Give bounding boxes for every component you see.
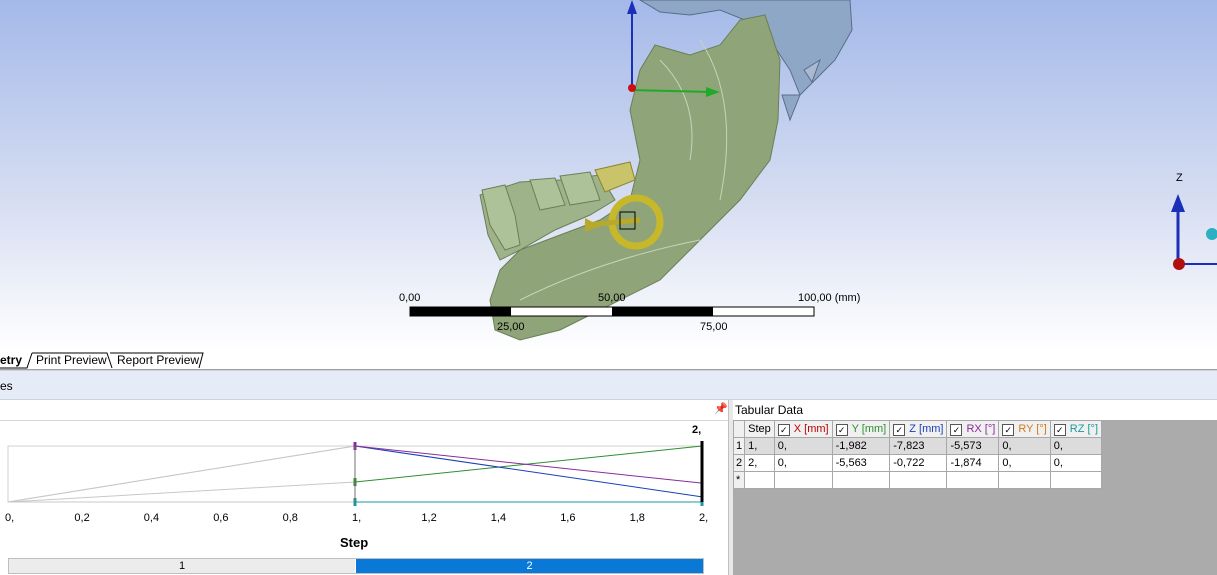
series-line-1-segment-0 <box>7 481 356 503</box>
new-row-marker[interactable]: * <box>732 471 746 489</box>
table-cell[interactable]: -7,823 <box>889 437 948 455</box>
checkbox-icon[interactable]: ✓ <box>835 423 848 436</box>
col-header-x-label: X [mm] <box>793 422 829 435</box>
tabular-data-panel: Tabular Data Step ✓ X [mm] ✓ Y [mm] ✓ Z [mm… <box>732 400 1217 575</box>
tab-print-preview[interactable]: Print Preview <box>36 353 107 367</box>
panel-header-label: es <box>0 379 13 393</box>
row-number[interactable]: 2 <box>732 454 746 472</box>
table-row[interactable]: 2 2, 0, -5,563 -0,722 -1,874 0, 0, <box>732 454 1103 472</box>
x-tick-label: 1,4 <box>490 512 507 524</box>
tab-geometry[interactable]: etry <box>0 353 22 367</box>
series-line-3-segment-0 <box>7 445 356 503</box>
table-cell[interactable]: 1, <box>744 437 775 455</box>
col-header-ry[interactable]: ✓ RY [°] <box>998 420 1051 438</box>
step-segment-2[interactable]: 2 <box>356 559 703 573</box>
table-cell[interactable]: -5,563 <box>831 454 891 472</box>
series-line-2-segment-1 <box>354 445 703 498</box>
scale-label-0: 0,00 <box>399 292 421 304</box>
table-row[interactable]: 1 1, 0, -1,982 -7,823 -5,573 0, 0, <box>732 437 1103 455</box>
table-cell[interactable] <box>889 471 948 489</box>
panel-header: es <box>0 370 1217 400</box>
x-axis-label: Step <box>340 535 369 550</box>
col-header-z[interactable]: ✓ Z [mm] <box>889 420 948 438</box>
col-header-y[interactable]: ✓ Y [mm] <box>831 420 891 438</box>
scale-label-25: 25,00 <box>497 321 525 333</box>
tabular-data-title: Tabular Data <box>735 403 804 417</box>
table-cell[interactable]: 0, <box>773 454 833 472</box>
row-number[interactable]: 1 <box>732 437 746 455</box>
table-cell[interactable]: -1,982 <box>831 437 891 455</box>
graph-end-label: 2, <box>692 424 702 436</box>
table-cell[interactable] <box>1049 471 1103 489</box>
triad-z-label: Z <box>1176 172 1183 184</box>
view-tabs: etry Print Preview Report Preview <box>0 352 1217 370</box>
scale-label-75: 75,00 <box>700 321 728 333</box>
step-segment-1[interactable]: 1 <box>9 559 355 573</box>
x-tick-label: 0,8 <box>282 512 298 524</box>
col-header-y-label: Y [mm] <box>851 422 887 435</box>
table-cell[interactable] <box>998 471 1051 489</box>
step-bar: 1 2 <box>8 558 704 574</box>
x-tick-label: 1,8 <box>629 512 645 524</box>
x-tick-label: 1,2 <box>421 512 437 524</box>
col-header-step[interactable]: Step <box>744 420 775 438</box>
table-cell[interactable]: 0, <box>998 437 1051 455</box>
col-header-rz-label: RZ [°] <box>1069 422 1099 435</box>
table-cell[interactable]: -0,722 <box>889 454 948 472</box>
table-cell[interactable]: 0, <box>1049 454 1103 472</box>
table-new-row[interactable]: * <box>732 471 1103 489</box>
tabular-data-title-bar: Tabular Data <box>733 400 1217 420</box>
table-cell[interactable] <box>744 471 775 489</box>
col-header-rx-label: RX [°] <box>966 422 996 435</box>
table-cell[interactable] <box>773 471 833 489</box>
x-tick-label: 0, <box>5 512 15 524</box>
x-tick-label: 0,4 <box>143 512 160 524</box>
x-tick-label: 1,6 <box>560 512 576 524</box>
x-tick-label: 0,2 <box>74 512 90 524</box>
col-header-rx[interactable]: ✓ RX [°] <box>946 420 1000 438</box>
table-cell[interactable] <box>946 471 1000 489</box>
tab-report-preview[interactable]: Report Preview <box>117 353 199 367</box>
col-header-rz[interactable]: ✓ RZ [°] <box>1049 420 1103 438</box>
table-cell[interactable]: 0, <box>773 437 833 455</box>
checkbox-icon[interactable]: ✓ <box>1053 423 1066 436</box>
corner-cell <box>732 420 746 438</box>
checkbox-icon[interactable]: ✓ <box>950 423 963 436</box>
graphics-viewport[interactable]: 0,00 50,00 100,00 (mm) 25,00 75,00 Z <box>0 0 1217 352</box>
x-tick-label: 0,6 <box>213 512 229 524</box>
tabular-data-table: Step ✓ X [mm] ✓ Y [mm] ✓ Z [mm] ✓ RX [°] ✓ RY… <box>732 420 1103 489</box>
col-header-z-label: Z [mm] <box>909 422 944 435</box>
graph-panel: 📌 2, 0, 0,2 0,4 0,6 0,8 1, 1,2 1,4 1,6 1,8 2, Step… <box>0 400 728 575</box>
checkbox-icon[interactable]: ✓ <box>893 423 906 436</box>
table-cell[interactable]: 0, <box>1049 437 1103 455</box>
table-cell[interactable]: -1,874 <box>946 454 1000 472</box>
checkbox-icon[interactable]: ✓ <box>777 423 790 436</box>
table-cell[interactable] <box>831 471 891 489</box>
table-cell[interactable]: 0, <box>998 454 1051 472</box>
scale-label-100: 100,00 (mm) <box>798 292 861 304</box>
col-header-x[interactable]: ✓ X [mm] <box>773 420 833 438</box>
table-cell[interactable]: 2, <box>744 454 775 472</box>
checkbox-icon[interactable]: ✓ <box>1002 423 1015 436</box>
x-tick-label: 2, <box>699 512 709 524</box>
table-header-row: Step ✓ X [mm] ✓ Y [mm] ✓ Z [mm] ✓ RX [°] ✓ RY… <box>732 420 1103 438</box>
x-tick-label: 1, <box>352 512 362 524</box>
table-cell[interactable]: -5,573 <box>946 437 1000 455</box>
col-header-ry-label: RY [°] <box>1018 422 1047 435</box>
scale-label-50: 50,00 <box>598 292 626 304</box>
